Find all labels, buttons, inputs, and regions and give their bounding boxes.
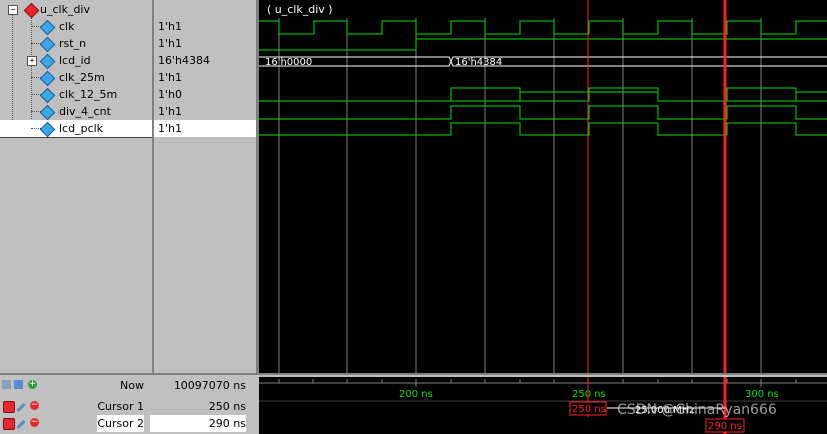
- signal-diamond-icon: [39, 19, 56, 36]
- insert-marker-line: [0, 137, 152, 138]
- now-value: 10097070 ns: [173, 379, 246, 392]
- waveform-canvas[interactable]: ( u_clk_div ) 16'h0000 16'h4384: [259, 0, 827, 373]
- lock-icon[interactable]: [3, 401, 15, 413]
- signal-name: div_4_cnt: [59, 105, 111, 118]
- waveform-div-4-cnt: [259, 105, 827, 120]
- cursor-1-row[interactable]: − Cursor 1 250 ns: [0, 398, 256, 415]
- cursor-2-label: Cursor 2: [97, 415, 144, 432]
- signal-name: rst_n: [59, 37, 87, 50]
- signal-row-clk[interactable]: clk: [0, 18, 152, 36]
- signal-value: 1'h1: [158, 20, 182, 33]
- signal-row-div-4-cnt[interactable]: div_4_cnt: [0, 103, 152, 121]
- add-cursor-icon[interactable]: [14, 380, 23, 389]
- watermark: CSDN @ChinaRyan666: [617, 402, 777, 418]
- signal-value: 16'h4384: [158, 54, 210, 67]
- signal-name: lcd_id: [59, 54, 91, 67]
- plus-circle-icon[interactable]: +: [28, 380, 37, 389]
- signal-row-lcd-pclk[interactable]: lcd_pclk: [0, 120, 152, 138]
- now-row: + Now 10097070 ns: [0, 377, 256, 394]
- expand-plus-icon[interactable]: +: [27, 56, 37, 66]
- cursor-2-value: 290 ns: [150, 415, 246, 432]
- signal-name: u_clk_div: [40, 3, 90, 16]
- module-diamond-icon: [23, 2, 40, 19]
- tick-label: 250 ns: [572, 389, 606, 400]
- cursor-1-value: 250 ns: [208, 400, 246, 413]
- wrench-icon[interactable]: [16, 419, 26, 430]
- grid-lines: [278, 18, 762, 373]
- waveform-lcd-pclk: [259, 122, 827, 136]
- signal-value: 1'h1: [158, 71, 182, 84]
- cursor-2-row[interactable]: − Cursor 2 290 ns: [0, 415, 256, 432]
- waveform-lcd-id-top: [259, 56, 827, 67]
- timeline-canvas[interactable]: 200 ns 250 ns 300 ns 250 ns 25.000 MHz 2…: [259, 377, 827, 434]
- wrench-icon[interactable]: [16, 402, 26, 413]
- waveform-rst-n: [259, 38, 827, 51]
- cursor-1-tag: 250 ns: [572, 404, 606, 415]
- signal-value: 1'h1: [158, 105, 182, 118]
- waveform-lcd-id-bottom: [259, 56, 827, 67]
- bus-value-label: 16'h0000: [265, 57, 312, 68]
- waveform-panel[interactable]: ( u_clk_div ) 16'h0000 16'h4384: [259, 0, 827, 373]
- signal-diamond-icon: [39, 87, 56, 104]
- cursor-2-tag: 290 ns: [708, 421, 742, 432]
- signal-name: clk: [59, 20, 75, 33]
- wave-group-header: ( u_clk_div ): [267, 3, 333, 16]
- signal-row-clk-25m[interactable]: clk_25m: [0, 69, 152, 87]
- cursor-1-label: Cursor 1: [97, 400, 144, 413]
- signal-diamond-icon: [39, 104, 56, 121]
- signal-row-clk-12-5m[interactable]: clk_12_5m: [0, 86, 152, 104]
- waveform-clk-12-5m: [259, 91, 827, 102]
- signal-value: 1'h0: [158, 88, 182, 101]
- signal-diamond-icon: [39, 70, 56, 87]
- wave-icon[interactable]: [2, 380, 11, 389]
- collapse-minus-icon[interactable]: −: [8, 5, 18, 15]
- signal-diamond-icon: [39, 36, 56, 53]
- minus-circle-icon[interactable]: −: [30, 418, 39, 427]
- waveform-clk-25m: [259, 87, 827, 102]
- signal-row-lcd-id[interactable]: + lcd_id: [0, 52, 152, 70]
- signal-value: 1'h1: [154, 120, 256, 137]
- bus-diamond-icon: [39, 53, 56, 70]
- signal-name: lcd_pclk: [59, 122, 104, 135]
- bus-value-label: 16'h4384: [455, 57, 502, 68]
- signal-value: 1'h1: [158, 37, 182, 50]
- signal-diamond-icon: [39, 121, 56, 138]
- minus-circle-icon[interactable]: −: [30, 401, 39, 410]
- signal-row-rst-n[interactable]: rst_n: [0, 35, 152, 53]
- lock-icon[interactable]: [3, 418, 15, 430]
- signal-name-panel: − u_clk_div clk rst_n + lcd_id clk_25m c…: [0, 0, 154, 373]
- tick-label: 200 ns: [399, 389, 433, 400]
- signal-row-u-clk-div[interactable]: − u_clk_div: [0, 1, 152, 19]
- waveform-clk: [259, 20, 827, 35]
- now-label: Now: [120, 379, 144, 392]
- signal-value-panel: 1'h1 1'h1 16'h4384 1'h1 1'h0 1'h1 1'h1: [154, 0, 259, 373]
- signal-name: clk_25m: [59, 71, 105, 84]
- tick-label: 300 ns: [745, 389, 779, 400]
- signal-name: clk_12_5m: [59, 88, 118, 101]
- timeline-ruler[interactable]: 200 ns 250 ns 300 ns 250 ns 25.000 MHz 2…: [259, 377, 827, 434]
- cursor-status-panel: + Now 10097070 ns − Cursor 1 250 ns − Cu…: [0, 373, 827, 434]
